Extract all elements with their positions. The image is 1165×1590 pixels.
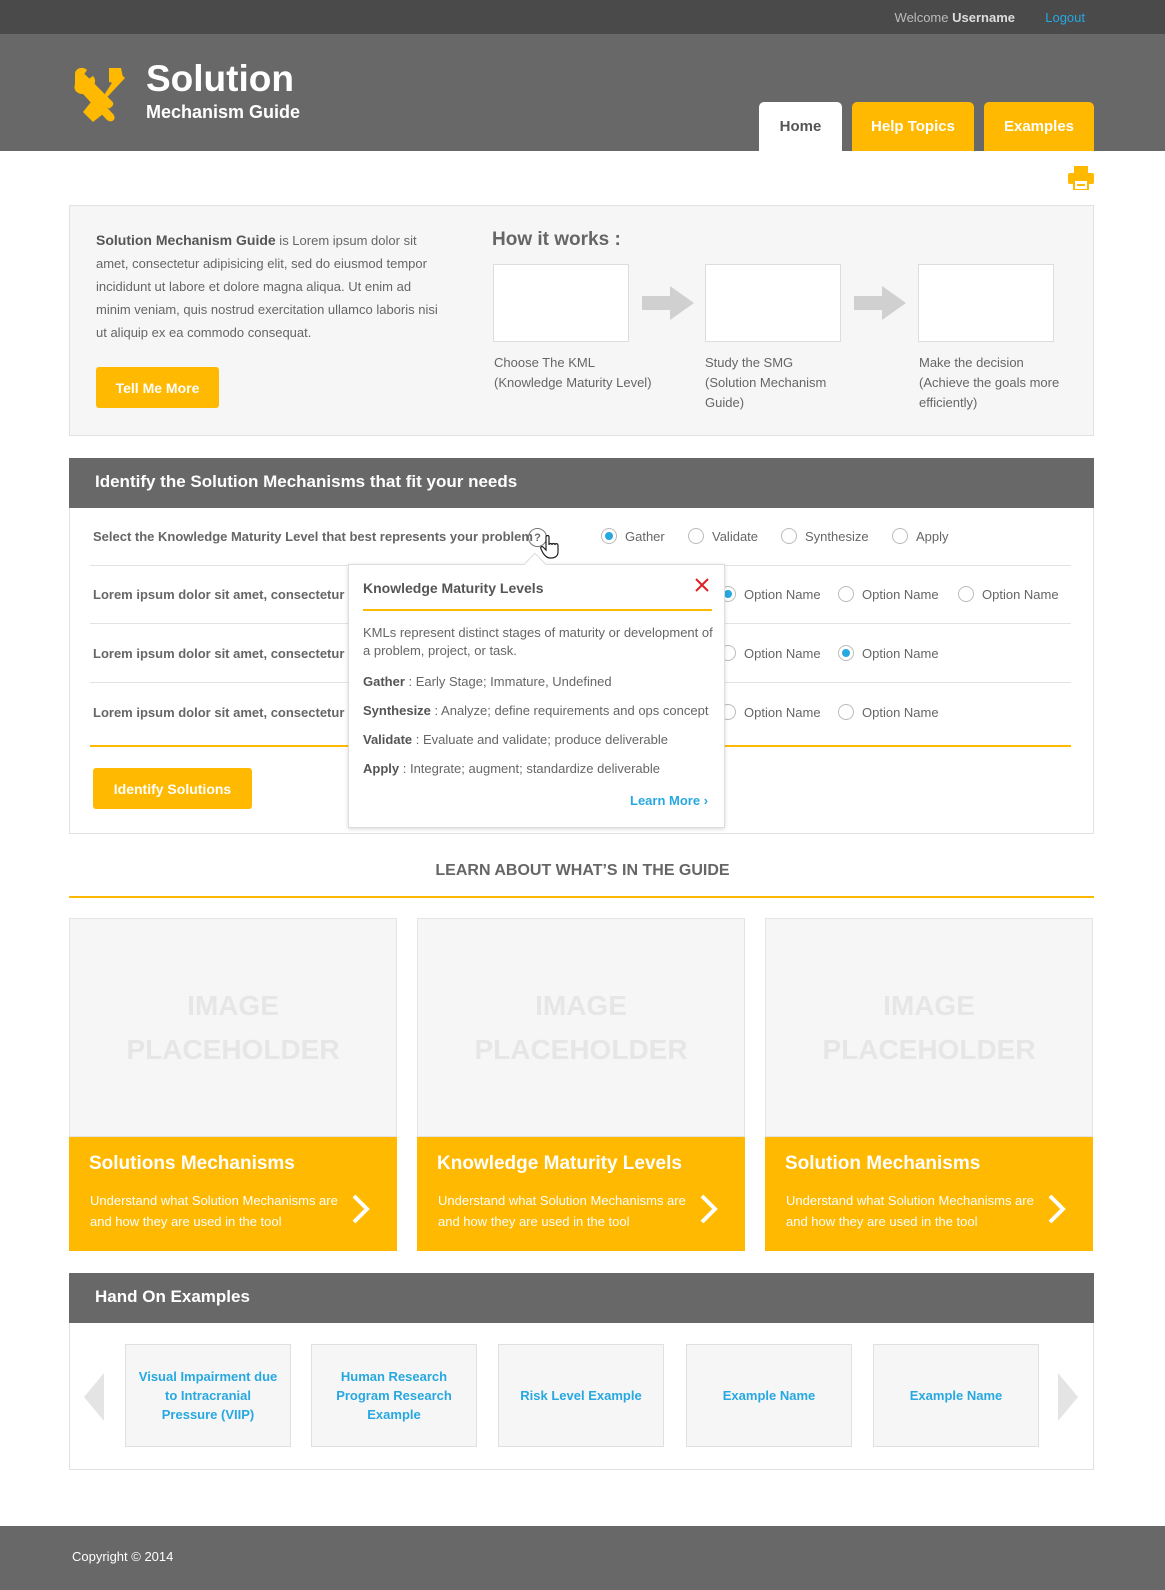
guide-card-1: IMAGE PLACEHOLDER Solutions Mechanisms Un…: [69, 918, 397, 1251]
radio-option[interactable]: Option Name: [838, 704, 939, 720]
chevron-right-icon: [1048, 1194, 1066, 1224]
tab-help-topics[interactable]: Help Topics: [852, 102, 974, 151]
question-label: Lorem ipsum dolor sit amet, consectetur …: [93, 587, 363, 602]
chevron-right-icon: ›: [703, 793, 709, 808]
radio-apply[interactable]: Apply: [892, 528, 949, 544]
example-card[interactable]: Example Name: [686, 1344, 852, 1447]
radio-option[interactable]: Option Name: [838, 645, 939, 661]
learn-section-title: LEARN ABOUT WHAT’S IN THE GUIDE: [435, 862, 730, 879]
step-text-2: Study the SMG (Solution Mechanism Guide): [705, 355, 827, 410]
step-text-3: Make the decision (Achieve the goals more…: [919, 355, 1060, 410]
image-placeholder: IMAGE PLACEHOLDER: [765, 918, 1093, 1137]
card-title: Solution Mechanisms: [785, 1153, 981, 1174]
popup-item-gather: Gather : Early Stage; Immature, Undefine…: [363, 674, 612, 689]
step-image-3: [918, 264, 1054, 342]
popup-divider: [363, 609, 712, 611]
welcome-message: Welcome Username: [894, 10, 1015, 25]
username: Username: [952, 10, 1015, 25]
learn-divider: [69, 896, 1094, 898]
image-placeholder: IMAGE PLACEHOLDER: [69, 918, 397, 1137]
example-card[interactable]: Human Research Program Research Example: [311, 1344, 477, 1447]
tab-home[interactable]: Home: [759, 102, 842, 151]
learn-more-link[interactable]: Learn More ›: [630, 793, 708, 808]
how-it-works-title: How it works :: [492, 229, 621, 250]
card-description: Understand what Solution Mechanisms are …: [438, 1193, 686, 1229]
chevron-right-icon: [700, 1194, 718, 1224]
intro-text: Solution Mechanism Guide is Lorem ipsum …: [96, 232, 438, 340]
question-kml-label: Select the Knowledge Maturity Level that…: [93, 529, 533, 544]
radio-option[interactable]: Option Name: [958, 586, 1059, 602]
example-card[interactable]: Visual Impairment due to Intracranial Pr…: [125, 1344, 291, 1447]
card-description: Understand what Solution Mechanisms are …: [786, 1193, 1034, 1229]
print-icon[interactable]: [1068, 166, 1094, 190]
guide-card-2: IMAGE PLACEHOLDER Knowledge Maturity Leve…: [417, 918, 745, 1251]
examples-title: Hand On Examples: [95, 1287, 250, 1306]
tell-me-more-button[interactable]: Tell Me More: [96, 367, 219, 408]
popup-item-apply: Apply : Integrate; augment; standardize …: [363, 761, 661, 776]
image-placeholder: IMAGE PLACEHOLDER: [417, 918, 745, 1137]
step-image-1: [493, 264, 629, 342]
question-label: Lorem ipsum dolor sit amet, consectetur …: [93, 646, 363, 661]
identify-title: Identify the Solution Mechanisms that fi…: [95, 472, 518, 491]
kml-popup: [348, 564, 725, 828]
radio-option[interactable]: Option Name: [720, 704, 821, 720]
card-title: Solutions Mechanisms: [89, 1153, 295, 1174]
arrow-right-icon: [854, 286, 906, 320]
arrow-right-icon: [642, 286, 694, 320]
site-footer: [0, 1526, 1165, 1590]
carousel-next-icon[interactable]: [1058, 1373, 1078, 1421]
step-text-1: Choose The KML (Knowledge Maturity Level): [494, 355, 652, 390]
brand-subtitle: Mechanism Guide: [146, 102, 301, 122]
popup-title: Knowledge Maturity Levels: [363, 580, 544, 596]
guide-card-3: IMAGE PLACEHOLDER Solution Mechanisms Und…: [765, 918, 1093, 1251]
guide-card-link[interactable]: Knowledge Maturity Levels Understand wha…: [417, 1137, 745, 1251]
close-icon[interactable]: [695, 578, 709, 592]
tab-examples[interactable]: Examples: [984, 102, 1094, 151]
card-description: Understand what Solution Mechanisms are …: [90, 1193, 338, 1229]
carousel-prev-icon[interactable]: [84, 1373, 104, 1421]
question-label: Lorem ipsum dolor sit amet, consectetur …: [93, 705, 363, 720]
radio-option[interactable]: Option Name: [838, 586, 939, 602]
popup-item-validate: Validate : Evaluate and validate; produc…: [363, 732, 668, 747]
example-card[interactable]: Risk Level Example: [498, 1344, 664, 1447]
step-image-2: [705, 264, 841, 342]
radio-option[interactable]: Option Name: [720, 586, 821, 602]
guide-card-link[interactable]: Solution Mechanisms Understand what Solu…: [765, 1137, 1093, 1251]
brand-title: Solution: [146, 58, 294, 99]
tools-logo-icon: [74, 67, 125, 122]
example-card[interactable]: Example Name: [873, 1344, 1039, 1447]
hand-cursor-icon: [540, 535, 559, 559]
card-title: Knowledge Maturity Levels: [437, 1153, 682, 1174]
identify-solutions-button[interactable]: Identify Solutions: [93, 768, 252, 809]
guide-card-link[interactable]: Solutions Mechanisms Understand what Sol…: [69, 1137, 397, 1251]
copyright: Copyright © 2014: [72, 1549, 174, 1564]
popup-description: KMLs represent distinct stages of maturi…: [363, 625, 713, 658]
radio-option[interactable]: Option Name: [720, 645, 821, 661]
chevron-right-icon: [352, 1194, 370, 1224]
radio-validate[interactable]: Validate: [688, 528, 758, 544]
logout-link[interactable]: Logout: [1045, 10, 1085, 25]
radio-synthesize[interactable]: Synthesize: [781, 528, 869, 544]
popup-item-synthesize: Synthesize : Analyze; define requirement…: [363, 703, 709, 718]
radio-gather[interactable]: Gather: [601, 528, 665, 544]
